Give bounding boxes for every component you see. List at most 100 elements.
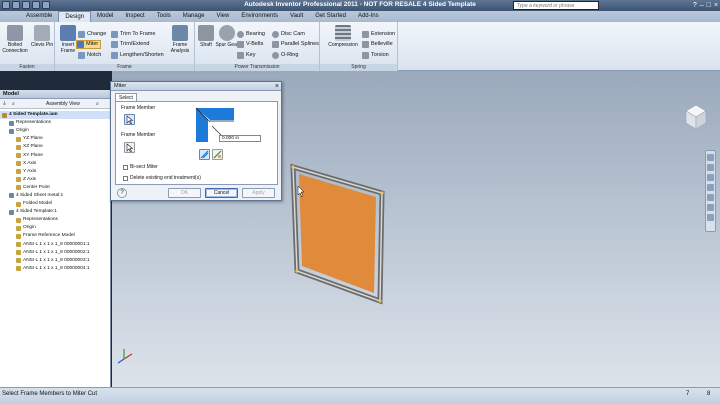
tree-node[interactable]: ANSI L 1 x 1 x 1_8 00000002:1 (0, 249, 111, 257)
change-icon (78, 31, 85, 38)
miter-button[interactable]: Miter (76, 40, 102, 49)
tree-node[interactable]: Center Point (0, 184, 111, 192)
tree-node-label: Representations (16, 120, 51, 126)
trim-extend-button[interactable]: Trim/Extend (111, 40, 149, 49)
steering-wheel-icon[interactable] (707, 204, 714, 211)
tree-node-icon (16, 185, 21, 191)
tree-node[interactable]: Origin (0, 224, 111, 232)
change-button[interactable]: Change (78, 30, 106, 39)
compression-button[interactable]: Compression (328, 25, 358, 48)
frame-member-select-button-2[interactable] (124, 142, 135, 153)
tab-select[interactable]: Select (115, 93, 137, 101)
minimize-icon[interactable]: – (700, 1, 704, 10)
tree-node-icon (16, 201, 21, 207)
tab-add-ins[interactable]: Add-Ins (352, 11, 385, 22)
tree-node[interactable]: YZ Plane (0, 135, 111, 143)
tab-vault[interactable]: Vault (284, 11, 309, 22)
tree-node[interactable]: X Axis (0, 160, 111, 168)
tab-manage[interactable]: Manage (177, 11, 211, 22)
browser-search-icon[interactable]: ⌕ (96, 100, 99, 108)
belleville-button[interactable]: Belleville (362, 40, 393, 49)
corner-point (380, 191, 384, 195)
pan-icon[interactable] (707, 154, 714, 161)
tab-get-started[interactable]: Get Started (309, 11, 352, 22)
tree-node[interactable]: 4 Sided Template:1 (0, 208, 111, 216)
tree-node[interactable]: ANSI L 1 x 1 x 1_8 00000004:1 (0, 265, 111, 273)
trim-to-frame-button[interactable]: Trim To Frame (111, 30, 155, 39)
tree-node-label: Z Axis (23, 176, 37, 182)
cancel-button[interactable]: Cancel (205, 188, 238, 198)
bisect-miter-checkbox[interactable]: Bi-sect Miter (123, 164, 158, 170)
close-icon[interactable]: × (275, 82, 279, 91)
tree-node[interactable]: ANSI L 1 x 1 x 1_8 00000003:1 (0, 257, 111, 265)
look-at-icon[interactable] (707, 184, 714, 191)
tab-design[interactable]: Design (58, 11, 92, 22)
miter-option-button-2[interactable] (212, 149, 223, 160)
find-icon[interactable]: ⌕ (12, 100, 15, 108)
lengthen-shorten-button[interactable]: Lengthen/Shorten (111, 51, 164, 60)
zoom-all-icon[interactable] (707, 194, 714, 201)
tree-node-icon (16, 144, 21, 150)
tab-view[interactable]: View (210, 11, 235, 22)
tab-environments[interactable]: Environments (235, 11, 284, 22)
spring-panel-label: Spring (320, 64, 397, 71)
dialog-title[interactable]: Miter (111, 82, 281, 91)
assembly-view-dropdown[interactable]: Assembly View (46, 100, 80, 108)
notch-button[interactable]: Notch (78, 51, 101, 60)
browser-title[interactable]: Model (0, 90, 111, 99)
navbar-options-icon[interactable] (707, 214, 714, 221)
tree-node-icon (16, 242, 21, 248)
maximize-icon[interactable]: □ (707, 1, 711, 10)
tree-node[interactable]: Origin (0, 127, 111, 135)
close-icon[interactable]: × (714, 1, 718, 10)
tab-assemble[interactable]: Assemble (20, 11, 58, 22)
tree-node[interactable]: 4 Sided Template.iam (0, 111, 111, 120)
tab-model[interactable]: Model (91, 11, 119, 22)
parallel-splines-button[interactable]: Parallel Splines (272, 40, 319, 49)
tree-node[interactable]: Folded Model (0, 200, 111, 208)
tree-node[interactable]: ANSI L 1 x 1 x 1_8 00000001:1 (0, 241, 111, 249)
disc-cam-button[interactable]: Disc Cam (272, 30, 305, 39)
viewcube-icon[interactable] (685, 104, 707, 130)
torsion-button[interactable]: Torsion (362, 51, 389, 60)
delete-existing-checkbox[interactable]: Delete existing end treatment(s) (123, 175, 201, 181)
navigation-bar[interactable] (705, 150, 716, 232)
tree-node[interactable]: 4 Sided Sheet metal:1 (0, 192, 111, 200)
tree-node[interactable]: XZ Plane (0, 143, 111, 151)
key-icon (237, 52, 244, 59)
tree-node[interactable]: Representations (0, 119, 111, 127)
help-icon[interactable]: ? (693, 1, 697, 10)
search-input[interactable]: Type a keyword or phrase (513, 1, 599, 10)
frame-member-select-button-1[interactable] (124, 114, 135, 125)
bolted-connection-button[interactable]: Bolted Connection (2, 25, 28, 54)
tab-tools[interactable]: Tools (151, 11, 177, 22)
tree-node-label: XZ Plane (23, 144, 43, 150)
tab-inspect[interactable]: Inspect (119, 11, 150, 22)
clevis-pin-button[interactable]: Clevis Pin (29, 25, 55, 48)
bearing-button[interactable]: Bearing (237, 30, 265, 39)
extension-button[interactable]: Extension (362, 30, 395, 39)
orbit-icon[interactable] (707, 174, 714, 181)
tree-node[interactable]: XY Plane (0, 151, 111, 159)
tree-node[interactable]: Z Axis (0, 176, 111, 184)
zoom-icon[interactable] (707, 164, 714, 171)
tree-node-label: ANSI L 1 x 1 x 1_8 00000002:1 (23, 249, 90, 255)
ok-button[interactable]: OK (168, 188, 201, 198)
tree-node[interactable]: Representations (0, 216, 111, 224)
offset-input[interactable]: 0.000 in (219, 135, 261, 142)
key-button[interactable]: Key (237, 51, 255, 60)
ribbon-tabs: Assemble Design Model Inspect Tools Mana… (0, 11, 720, 22)
miter-option-button-1[interactable] (199, 149, 210, 160)
tree-node[interactable]: Frame Reference Model (0, 232, 111, 240)
tree-node-icon (16, 233, 21, 239)
fasten-panel-label: Fasten (0, 64, 54, 71)
v-belts-button[interactable]: V-Belts (237, 40, 263, 49)
apply-button[interactable]: Apply (242, 188, 275, 198)
help-icon[interactable]: ? (117, 188, 127, 198)
tree-node-label: Y Axis (23, 168, 37, 174)
frame-analysis-button[interactable]: Frame Analysis (167, 25, 193, 54)
tree-node[interactable]: Y Axis (0, 168, 111, 176)
o-ring-button[interactable]: O-Ring (272, 51, 298, 60)
notch-icon (78, 52, 85, 59)
filter-icon[interactable]: ⏚ (2, 100, 7, 108)
